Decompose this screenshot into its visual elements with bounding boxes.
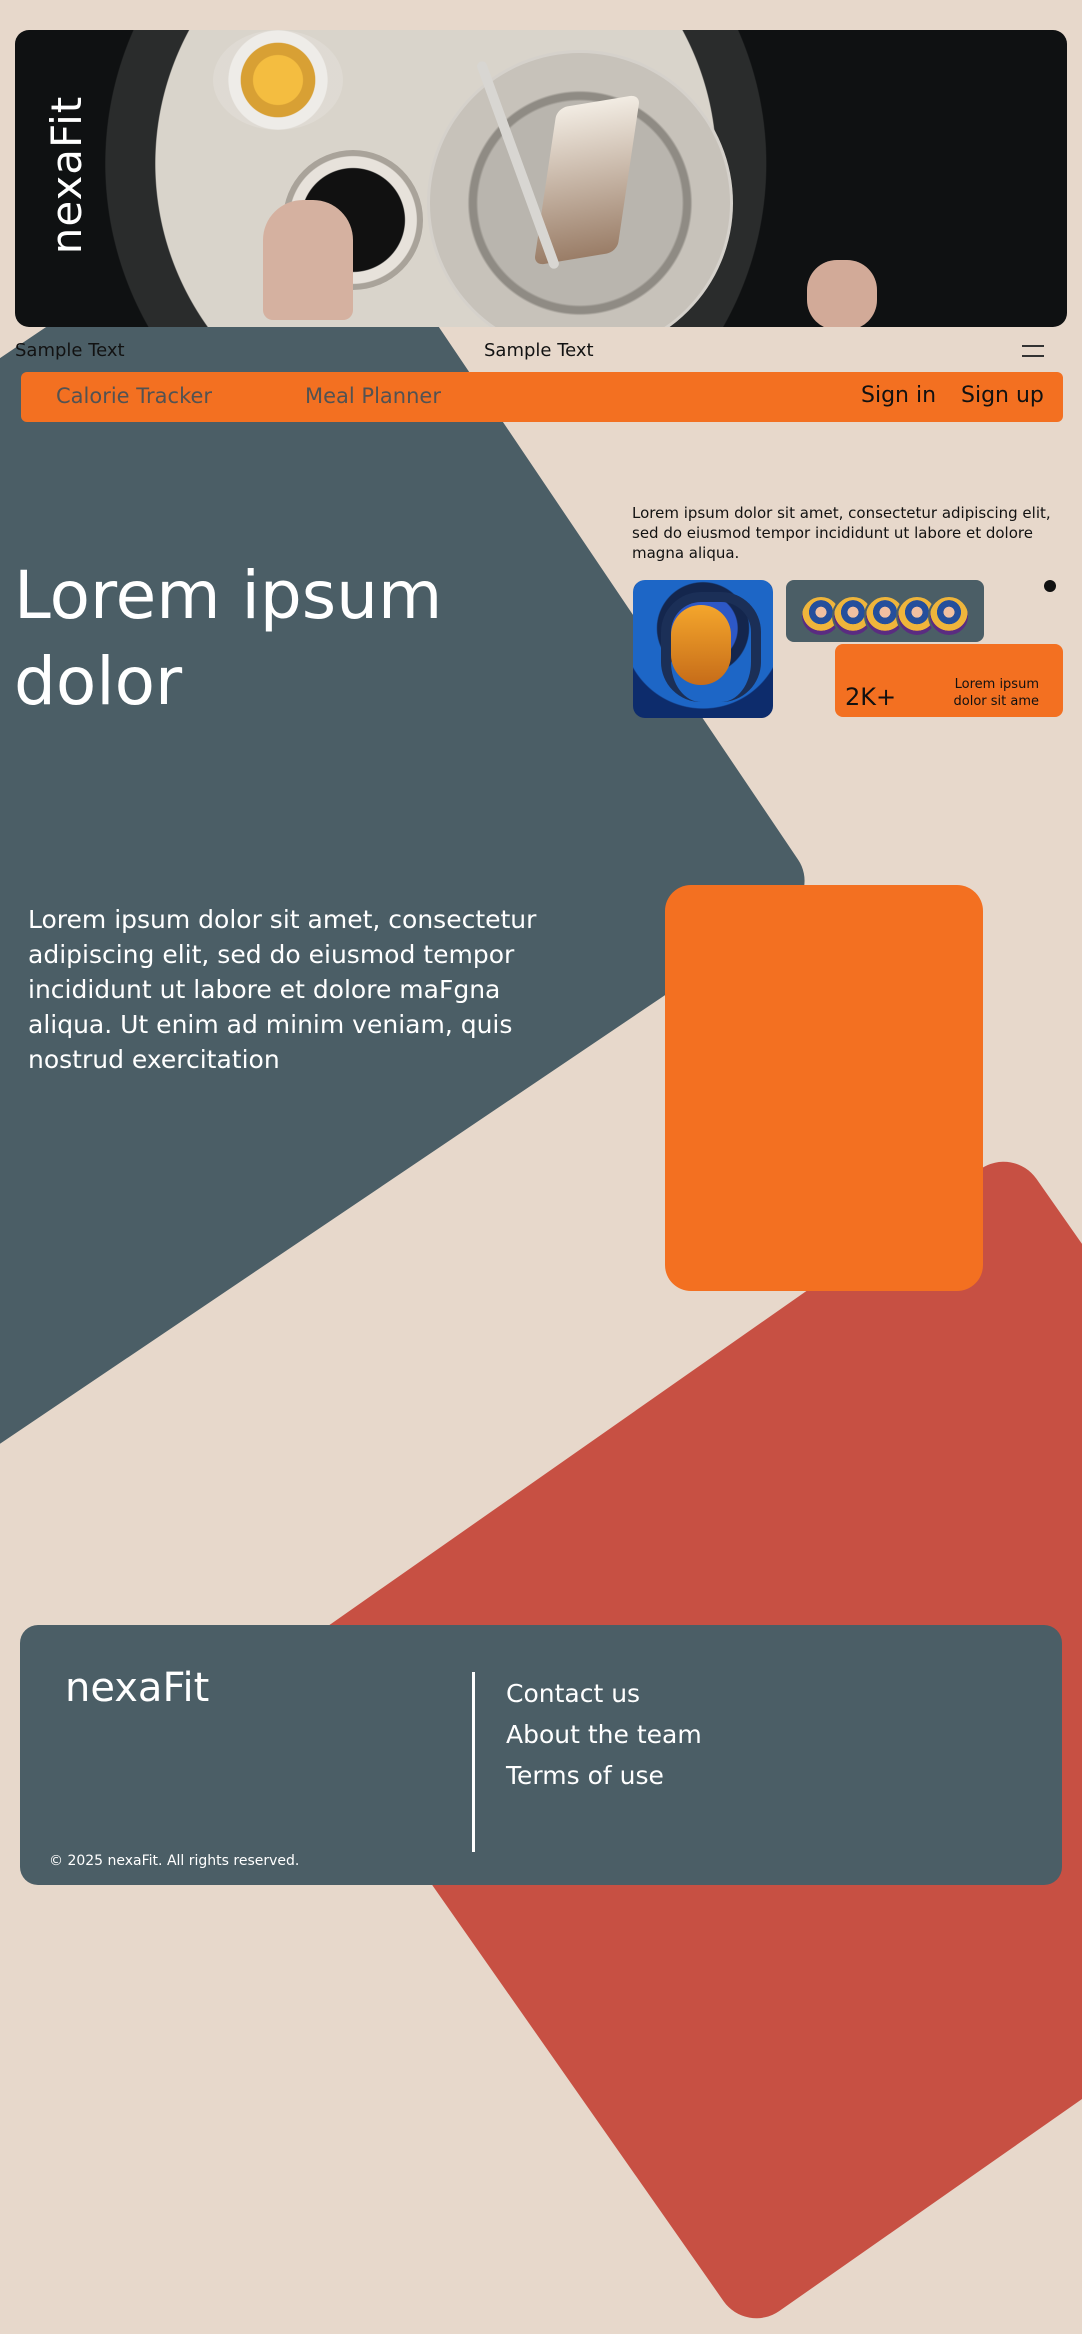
menu-line bbox=[1022, 345, 1044, 347]
stat-value: 2K+ bbox=[845, 683, 897, 711]
footer-divider bbox=[472, 1672, 475, 1852]
content-paragraph: Lorem ipsum dolor sit amet, consectetur … bbox=[28, 905, 537, 1074]
sample-text-left: Sample Text bbox=[15, 340, 125, 361]
hero-banner-image bbox=[15, 30, 1067, 327]
avatar bbox=[928, 595, 970, 637]
footer: nexaFit Contact us About the team Terms … bbox=[20, 1625, 1062, 1885]
indicator-dot bbox=[1044, 580, 1056, 592]
headline-line-2: dolor bbox=[14, 643, 183, 720]
illustration-thumbnail bbox=[633, 580, 773, 718]
hand-image bbox=[263, 200, 353, 320]
nav-calorie-tracker[interactable]: Calorie Tracker bbox=[56, 384, 212, 408]
avatar-group-card bbox=[786, 580, 984, 642]
avatar-stack bbox=[800, 595, 970, 637]
footer-brand: nexaFit bbox=[65, 1665, 210, 1711]
footer-link-about[interactable]: About the team bbox=[506, 1719, 702, 1750]
sign-up-link[interactable]: Sign up bbox=[961, 383, 1044, 408]
menu-line bbox=[1022, 355, 1044, 357]
stat-label: Lorem ipsum dolor sit ame bbox=[953, 677, 1040, 709]
sample-text-center: Sample Text bbox=[484, 340, 594, 361]
stats-card: 2K+ Lorem ipsum dolor sit ame bbox=[835, 644, 1063, 717]
sign-in-link[interactable]: Sign in bbox=[861, 383, 936, 408]
main-navigation: Calorie Tracker Meal Planner Sign in Sig… bbox=[21, 372, 1063, 422]
juice-glass-image bbox=[213, 30, 343, 130]
vertical-brand-logo: nexaFit bbox=[41, 95, 91, 255]
footer-links: Contact us About the team Terms of use bbox=[506, 1678, 702, 1791]
orange-feature-panel bbox=[665, 885, 983, 1291]
hero-intro-text: Lorem ipsum dolor sit amet, consectetur … bbox=[632, 504, 1051, 562]
footer-link-contact[interactable]: Contact us bbox=[506, 1678, 702, 1709]
hamburger-icon[interactable] bbox=[1022, 345, 1044, 357]
footer-link-terms[interactable]: Terms of use bbox=[506, 1760, 702, 1791]
hero-headline: Lorem ipsum dolor bbox=[14, 553, 514, 725]
copyright-text: © 2025 nexaFit. All rights reserved. bbox=[49, 1853, 300, 1869]
second-hand-image bbox=[807, 260, 877, 327]
headline-line-1: Lorem ipsum bbox=[14, 557, 443, 634]
nav-meal-planner[interactable]: Meal Planner bbox=[305, 384, 441, 408]
illustration-face bbox=[671, 605, 731, 685]
